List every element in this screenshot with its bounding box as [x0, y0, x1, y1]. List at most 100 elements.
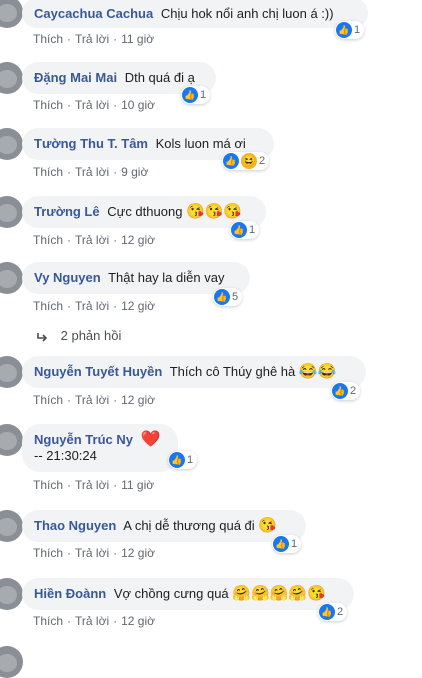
separator: ·: [67, 478, 72, 492]
separator: ·: [113, 393, 118, 407]
emoji-group: 😘: [258, 517, 277, 534]
reaction-count[interactable]: 👍 1: [230, 221, 260, 239]
comment-bubble: Hiền Đoànn Vợ chồng cưng quá 🤗🤗🤗🤗😘: [22, 578, 354, 610]
separator: ·: [67, 546, 72, 560]
reaction-count[interactable]: 👍 5: [213, 288, 243, 306]
comment-actions: Thích · Trả lời · 11 giờ: [33, 32, 154, 46]
reaction-count-value: 1: [187, 454, 194, 466]
reaction-count-value: 2: [350, 385, 357, 397]
emoji-group: 😘😘😘: [186, 203, 243, 220]
timestamp[interactable]: 11 giờ: [121, 32, 154, 46]
emoji-group: 😂😂: [298, 363, 337, 380]
comment-text: Thật hay la diễn vay: [108, 270, 225, 285]
comment-text: -- 21:30:24: [34, 448, 97, 463]
emoji-group: 🤗🤗🤗🤗😘: [232, 585, 326, 602]
comment-actions: Thích · Trả lời · 12 giờ: [33, 546, 155, 560]
reaction-count[interactable]: 👍 2: [331, 382, 361, 400]
replies-count-label: 2 phản hồi: [60, 328, 122, 343]
commenter-name[interactable]: Caycachua Cachua: [34, 6, 153, 21]
timestamp[interactable]: 12 giờ: [121, 614, 155, 628]
commenter-name[interactable]: Nguyễn Tuyết Huyền: [34, 364, 162, 379]
avatar[interactable]: [0, 646, 23, 678]
timestamp[interactable]: 12 giờ: [121, 299, 155, 313]
separator: ·: [113, 98, 118, 112]
reply-link[interactable]: Trả lời: [75, 478, 109, 492]
separator: ·: [113, 546, 118, 560]
avatar[interactable]: [0, 578, 23, 610]
commenter-name[interactable]: Tường Thu T. Tâm: [34, 136, 148, 151]
reaction-count-value: 5: [232, 291, 239, 303]
comment-bubble: Nguyễn Trúc Ny ❤️ -- 21:30:24: [22, 424, 178, 472]
reply-link[interactable]: Trả lời: [75, 614, 109, 628]
reaction-count-value: 2: [337, 606, 344, 618]
reaction-count[interactable]: 👍 1: [335, 21, 365, 39]
like-reaction-icon: 👍: [319, 604, 335, 620]
timestamp[interactable]: 12 giờ: [121, 233, 155, 247]
like-link[interactable]: Thích: [33, 98, 63, 112]
timestamp[interactable]: 12 giờ: [121, 546, 155, 560]
like-link[interactable]: Thích: [33, 478, 63, 492]
separator: ·: [113, 614, 118, 628]
like-link[interactable]: Thích: [33, 32, 63, 46]
separator: ·: [67, 614, 72, 628]
comment-text: Vợ chồng cưng quá: [113, 586, 229, 601]
separator: ·: [67, 32, 72, 46]
commenter-name[interactable]: Thao Nguyen: [34, 518, 116, 533]
timestamp[interactable]: 12 giờ: [121, 393, 155, 407]
separator: ·: [113, 165, 118, 179]
comment-text: Dth quá đi ạ: [124, 70, 195, 85]
timestamp[interactable]: 11 giờ: [121, 478, 154, 492]
like-link[interactable]: Thích: [33, 393, 63, 407]
avatar[interactable]: [0, 356, 23, 388]
reaction-count[interactable]: 👍 1: [181, 86, 211, 104]
reaction-count-value: 1: [354, 24, 361, 36]
like-link[interactable]: Thích: [33, 614, 63, 628]
like-reaction-icon: 👍: [214, 289, 230, 305]
commenter-name[interactable]: Trường Lê: [34, 204, 100, 219]
avatar[interactable]: [0, 62, 23, 94]
like-link[interactable]: Thích: [33, 299, 63, 313]
heart-emoji: ❤️: [140, 431, 161, 448]
avatar[interactable]: [0, 510, 23, 542]
like-reaction-icon: 👍: [169, 452, 185, 468]
avatar[interactable]: [0, 128, 23, 160]
like-link[interactable]: Thích: [33, 546, 63, 560]
reply-link[interactable]: Trả lời: [75, 233, 109, 247]
avatar[interactable]: [0, 424, 23, 456]
reaction-count-value: 2: [259, 155, 266, 167]
reply-link[interactable]: Trả lời: [75, 32, 109, 46]
view-replies-link[interactable]: 2 phản hồi: [37, 328, 121, 343]
reply-link[interactable]: Trả lời: [75, 393, 109, 407]
reaction-count[interactable]: 👍 😆 2: [222, 152, 270, 170]
comment-text: A chị dễ thương quá đi: [123, 518, 255, 533]
avatar[interactable]: [0, 196, 23, 228]
reaction-count[interactable]: 👍 2: [318, 603, 348, 621]
commenter-name[interactable]: Nguyễn Trúc Ny: [34, 432, 133, 447]
comment-actions: Thích · Trả lời · 11 giờ: [33, 478, 154, 492]
comment-actions: Thích · Trả lời · 12 giờ: [33, 299, 155, 313]
like-link[interactable]: Thích: [33, 233, 63, 247]
like-reaction-icon: 👍: [332, 383, 348, 399]
reply-arrow-icon: [37, 328, 53, 343]
avatar[interactable]: [0, 0, 23, 28]
avatar[interactable]: [0, 262, 23, 294]
separator: ·: [67, 299, 72, 313]
like-link[interactable]: Thích: [33, 165, 63, 179]
reply-link[interactable]: Trả lời: [75, 546, 109, 560]
reaction-count[interactable]: 👍 1: [272, 535, 302, 553]
reply-link[interactable]: Trả lời: [75, 299, 109, 313]
timestamp[interactable]: 9 giờ: [121, 165, 148, 179]
commenter-name[interactable]: Vy Nguyen: [34, 270, 101, 285]
reaction-count[interactable]: 👍 1: [168, 451, 198, 469]
commenter-name[interactable]: Hiền Đoànn: [34, 586, 106, 601]
like-reaction-icon: 👍: [231, 222, 247, 238]
comment-text: Thích cô Thúy ghê hà: [169, 364, 296, 379]
like-reaction-icon: 👍: [273, 536, 289, 552]
commenter-name[interactable]: Đặng Mai Mai: [34, 70, 117, 85]
timestamp[interactable]: 10 giờ: [121, 98, 155, 112]
separator: ·: [113, 299, 118, 313]
reply-link[interactable]: Trả lời: [75, 98, 109, 112]
reply-link[interactable]: Trả lời: [75, 165, 109, 179]
separator: ·: [113, 478, 118, 492]
comment-text: Kols luon má ơi: [155, 136, 246, 151]
